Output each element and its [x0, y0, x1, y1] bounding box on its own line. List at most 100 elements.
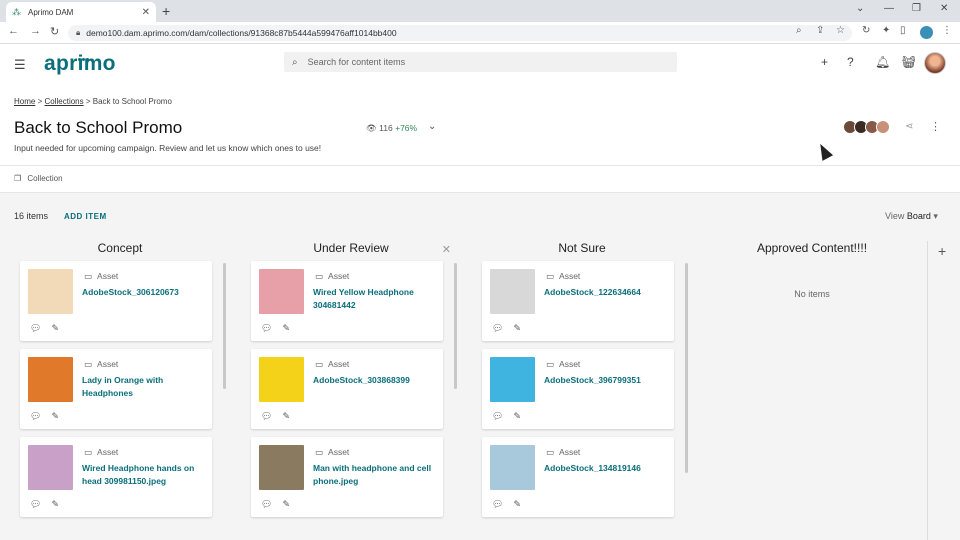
column-scrollbar[interactable]	[685, 263, 688, 473]
back-arrow-icon[interactable]: ←	[8, 25, 19, 37]
column-not-sure: Not Sure ▭ Asset AdobeStock_122634664 💬︎ ✎…	[482, 241, 688, 525]
close-window-button[interactable]: ✕	[940, 3, 948, 14]
card-actions: 💬︎ ✎	[30, 499, 69, 510]
new-tab-button[interactable]: +	[162, 3, 170, 19]
asset-name[interactable]: AdobeStock_134819146	[544, 462, 664, 475]
review-icon[interactable]: ✎	[513, 499, 521, 509]
maximize-button[interactable]: ❐	[912, 3, 921, 14]
asset-name[interactable]: AdobeStock_122634664	[544, 286, 664, 299]
asset-card[interactable]: ▭ Asset AdobeStock_306120673 💬︎ ✎	[20, 261, 212, 341]
forward-arrow-icon[interactable]: →	[30, 25, 41, 37]
comment-icon[interactable]: 💬︎	[30, 499, 41, 509]
card-actions: 💬︎ ✎	[492, 323, 531, 334]
url-field[interactable]: 🔒︎ demo100.dam.aprimo.com/dam/collection…	[68, 25, 852, 41]
basket-icon[interactable]: 🧺︎	[901, 55, 916, 69]
add-column-button[interactable]: +	[938, 243, 946, 259]
asset-card[interactable]: ▭ Asset AdobeStock_134819146 💬︎ ✎	[482, 437, 674, 517]
more-options-icon[interactable]: ⋮	[930, 120, 941, 133]
tab-close-icon[interactable]: ✕	[142, 7, 150, 18]
asset-thumbnail[interactable]	[259, 445, 304, 490]
asset-card[interactable]: ▭ Asset Man with headphone and cell phone…	[251, 437, 443, 517]
zoom-icon[interactable]: ⌕	[796, 25, 802, 36]
asset-name[interactable]: AdobeStock_306120673	[82, 286, 202, 299]
view-selector[interactable]: View Board ▾	[885, 211, 938, 222]
column-scrollbar[interactable]	[223, 263, 226, 389]
share-page-icon[interactable]: ⇪	[816, 25, 824, 36]
add-icon[interactable]: +	[821, 55, 828, 69]
comment-icon[interactable]: 💬︎	[261, 499, 272, 509]
sidebar-icon[interactable]: ▯	[900, 25, 906, 36]
asset-card[interactable]: ▭ Asset Wired Yellow Headphone 304681442 …	[251, 261, 443, 341]
breadcrumb-home[interactable]: Home	[14, 97, 35, 106]
asset-thumbnail[interactable]	[28, 269, 73, 314]
asset-thumbnail[interactable]	[28, 445, 73, 490]
asset-thumbnail[interactable]	[259, 357, 304, 402]
asset-type-icon: ▭	[315, 271, 324, 281]
tab-search-icon[interactable]: ⌄	[856, 3, 864, 14]
comment-icon[interactable]: 💬︎	[30, 411, 41, 421]
chevron-down-icon[interactable]: ⌄	[428, 121, 436, 132]
breadcrumb-separator: >	[85, 97, 91, 106]
column-scrollbar[interactable]	[454, 263, 457, 389]
browser-tab[interactable]: ⁂ Aprimo DAM ✕	[6, 2, 156, 22]
share-icon[interactable]: ⋖	[905, 121, 913, 132]
asset-name[interactable]: AdobeStock_303868399	[313, 374, 433, 387]
asset-name[interactable]: Lady in Orange with Headphones	[82, 374, 202, 400]
asset-type-icon: ▭	[546, 447, 555, 457]
tab-title: Aprimo DAM	[28, 7, 74, 17]
review-icon[interactable]: ✎	[282, 411, 290, 421]
asset-thumbnail[interactable]	[259, 269, 304, 314]
search-input[interactable]: ⌕ Search for content items	[284, 52, 677, 72]
app-header: ☰ aprimo ⌕ Search for content items + ? …	[0, 44, 960, 82]
column-approved-content: Approved Content!!!! No items	[712, 241, 912, 299]
comment-icon[interactable]: 💬︎	[261, 323, 272, 333]
asset-type-icon: ▭	[84, 447, 93, 457]
browser-profile-avatar[interactable]	[920, 26, 933, 39]
asset-thumbnail[interactable]	[490, 269, 535, 314]
asset-type-icon: ▭	[84, 271, 93, 281]
asset-card[interactable]: ▭ Asset AdobeStock_122634664 💬︎ ✎	[482, 261, 674, 341]
comment-icon[interactable]: 💬︎	[30, 323, 41, 333]
add-item-button[interactable]: ADD ITEM	[64, 212, 107, 221]
comment-icon[interactable]: 💬︎	[261, 411, 272, 421]
asset-thumbnail[interactable]	[490, 445, 535, 490]
asset-name[interactable]: Man with headphone and cell phone.jpeg	[313, 462, 433, 488]
column-title: Approved Content!!!!	[756, 241, 868, 255]
asset-name[interactable]: Wired Yellow Headphone 304681442	[313, 286, 433, 312]
asset-name[interactable]: Wired Headphone hands on head 309981150.…	[82, 462, 202, 488]
collaborator-avatars[interactable]	[843, 120, 890, 134]
reload-icon[interactable]: ↻	[50, 25, 59, 38]
asset-name[interactable]: AdobeStock_396799351	[544, 374, 664, 387]
comment-icon[interactable]: 💬︎	[492, 323, 503, 333]
asset-card[interactable]: ▭ Asset AdobeStock_396799351 💬︎ ✎	[482, 349, 674, 429]
close-icon[interactable]: ✕	[442, 243, 451, 256]
review-icon[interactable]: ✎	[282, 323, 290, 333]
column-title: Not Sure	[558, 241, 606, 255]
asset-card[interactable]: ▭ Asset Lady in Orange with Headphones 💬︎…	[20, 349, 212, 429]
extensions-puzzle-icon[interactable]: ✦	[882, 25, 890, 36]
notifications-bell-icon[interactable]: 🔔︎	[875, 55, 890, 69]
asset-thumbnail[interactable]	[490, 357, 535, 402]
asset-card[interactable]: ▭ Asset Wired Headphone hands on head 309…	[20, 437, 212, 517]
review-icon[interactable]: ✎	[51, 411, 59, 421]
comment-icon[interactable]: 💬︎	[492, 411, 503, 421]
help-icon[interactable]: ?	[847, 55, 854, 69]
breadcrumb-collections[interactable]: Collections	[44, 97, 83, 106]
search-icon: ⌕	[292, 56, 298, 68]
review-icon[interactable]: ✎	[51, 323, 59, 333]
review-icon[interactable]: ✎	[513, 323, 521, 333]
user-avatar[interactable]	[924, 52, 946, 74]
caret-down-icon: ▾	[933, 211, 938, 221]
hamburger-menu-icon[interactable]: ☰	[14, 57, 26, 73]
view-value: Board	[906, 211, 931, 221]
asset-thumbnail[interactable]	[28, 357, 73, 402]
comment-icon[interactable]: 💬︎	[492, 499, 503, 509]
review-icon[interactable]: ✎	[282, 499, 290, 509]
asset-card[interactable]: ▭ Asset AdobeStock_303868399 💬︎ ✎	[251, 349, 443, 429]
review-icon[interactable]: ✎	[513, 411, 521, 421]
review-icon[interactable]: ✎	[51, 499, 59, 509]
minimize-button[interactable]: —	[884, 3, 894, 14]
extension-sync-icon[interactable]: ↻	[862, 25, 870, 36]
bookmark-star-icon[interactable]: ☆	[836, 25, 845, 36]
browser-menu-icon[interactable]: ⋮	[942, 25, 952, 36]
